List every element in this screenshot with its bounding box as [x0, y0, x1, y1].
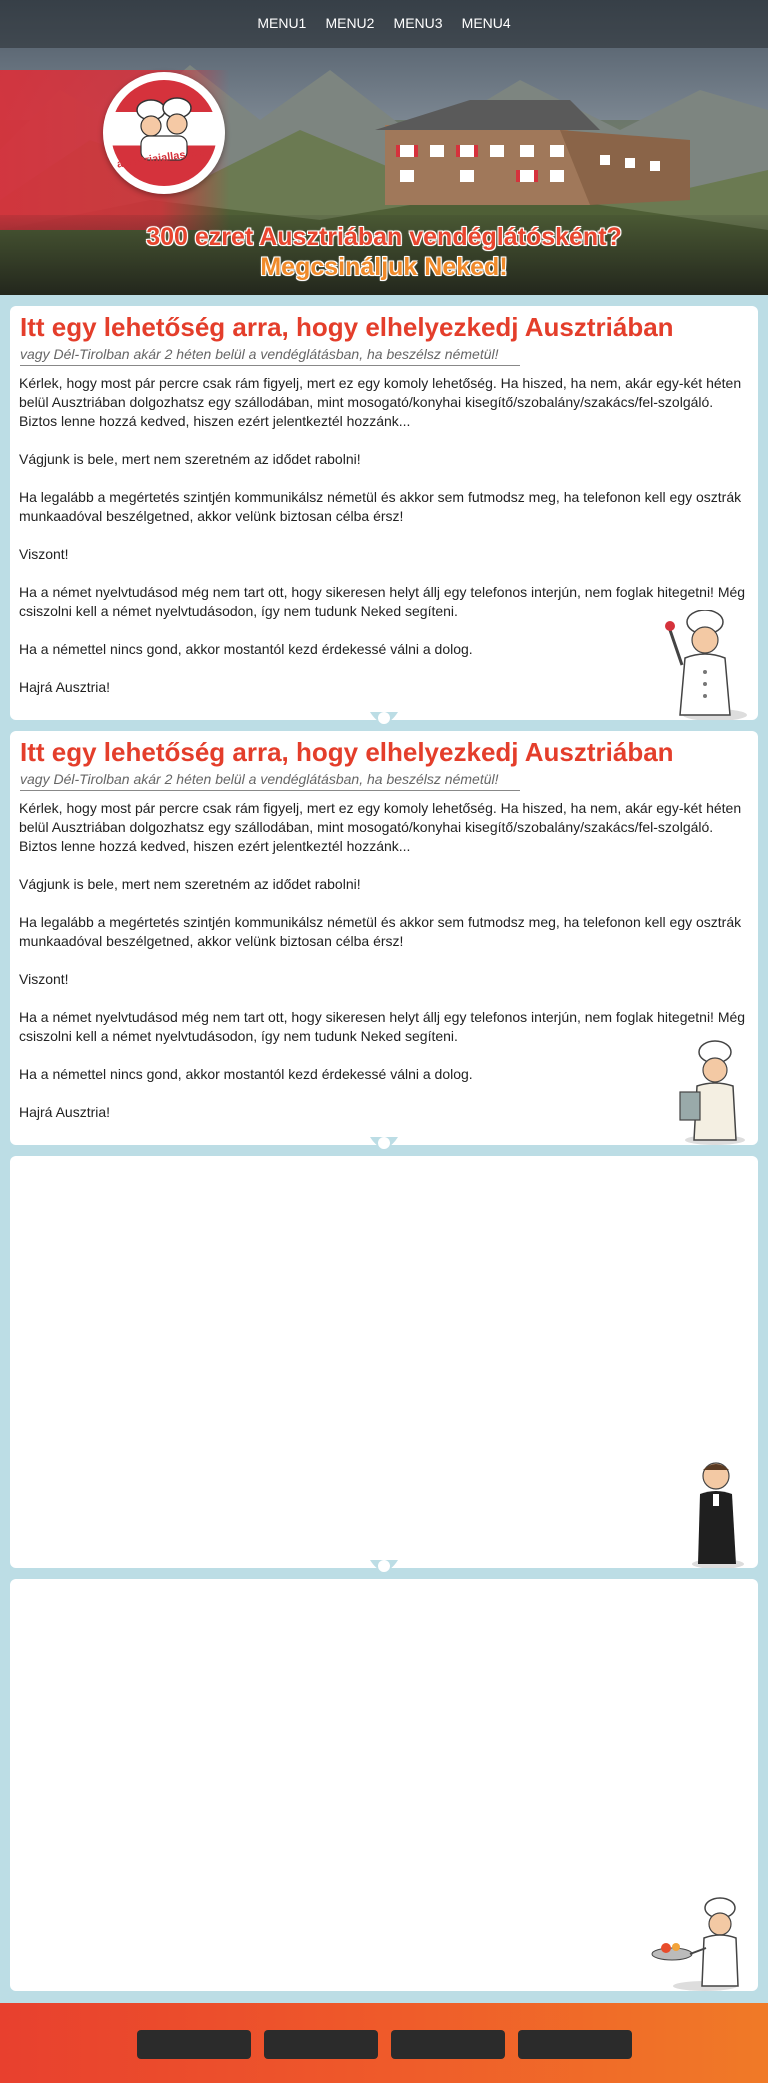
card-paragraph: Ha a némettel nincs gond, akkor mostantó… [19, 1066, 473, 1082]
content-card-4 [10, 1579, 758, 1991]
card-body: Kérlek, hogy most pár percre csak rám fi… [10, 791, 758, 1122]
card-paragraph: Viszont! [19, 971, 69, 987]
card-paragraph: Kérlek, hogy most pár percre csak rám fi… [19, 800, 742, 854]
waiter-illustration [692, 1462, 744, 1568]
chef-tasting-illustration [665, 610, 747, 720]
card-paragraph: Ha a német nyelvtudásod még nem tart ott… [19, 1009, 746, 1044]
section-divider-icon [370, 1137, 398, 1149]
card-paragraph: Vágjunk is bele, mert nem szeretném az i… [19, 451, 361, 467]
footer-button-3[interactable] [391, 2030, 505, 2059]
footer-button-4[interactable] [518, 2030, 632, 2059]
card-paragraph: Hajrá Ausztria! [19, 679, 111, 695]
card-paragraph: Kérlek, hogy most pár percre csak rám fi… [19, 375, 742, 429]
card-paragraph: Vágjunk is bele, mert nem szeretném az i… [19, 876, 361, 892]
footer [0, 2003, 768, 2083]
chef-clipboard-illustration [679, 1040, 745, 1145]
card-body: Kérlek, hogy most pár percre csak rám fi… [10, 366, 758, 697]
footer-button-1[interactable] [137, 2030, 251, 2059]
nav-menu1[interactable]: MENU1 [257, 0, 306, 46]
card-paragraph: Ha a némettel nincs gond, akkor mostantó… [19, 641, 473, 657]
section-divider-icon [370, 712, 398, 724]
hero-headline: 300 ezret Ausztriában vendéglátósként? M… [0, 222, 768, 282]
chef-dish-illustration [651, 1897, 739, 1991]
content-card-3 [10, 1156, 758, 1568]
footer-button-2[interactable] [264, 2030, 378, 2059]
card-subtitle: vagy Dél-Tirolban akár 2 héten belül a v… [20, 771, 520, 791]
card-paragraph: Viszont! [19, 546, 69, 562]
card-paragraph: Ha legalább a megértetés szintjén kommun… [19, 489, 742, 524]
hero-headline-line1: 300 ezret Ausztriában vendéglátósként? [146, 223, 622, 251]
site-logo[interactable]: ausztriaiallas.com [103, 72, 225, 194]
content-card-1: Itt egy lehetőség arra, hogy elhelyezked… [10, 306, 758, 720]
hero-headline-line2: Megcsináljuk Neked! [260, 253, 508, 281]
nav-menu3[interactable]: MENU3 [394, 0, 443, 46]
chef-duo-icon [136, 97, 192, 161]
logo-flag-circle [111, 80, 217, 186]
card-subtitle: vagy Dél-Tirolban akár 2 héten belül a v… [20, 346, 520, 366]
section-divider-icon [370, 1560, 398, 1572]
nav-menu2[interactable]: MENU2 [325, 0, 374, 46]
top-nav: MENU1 MENU2 MENU3 MENU4 [0, 0, 768, 48]
content-card-2: Itt egy lehetőség arra, hogy elhelyezked… [10, 731, 758, 1145]
card-title: Itt egy lehetőség arra, hogy elhelyezked… [20, 312, 674, 342]
hero-banner: MENU1 MENU2 MENU3 MENU4 ausztriaiallas.c… [0, 0, 768, 295]
nav-menu4[interactable]: MENU4 [462, 0, 511, 46]
card-paragraph: Ha legalább a megértetés szintjén kommun… [19, 914, 742, 949]
card-paragraph: Ha a német nyelvtudásod még nem tart ott… [19, 584, 746, 619]
card-title: Itt egy lehetőség arra, hogy elhelyezked… [20, 737, 674, 767]
card-paragraph: Hajrá Ausztria! [19, 1104, 111, 1120]
